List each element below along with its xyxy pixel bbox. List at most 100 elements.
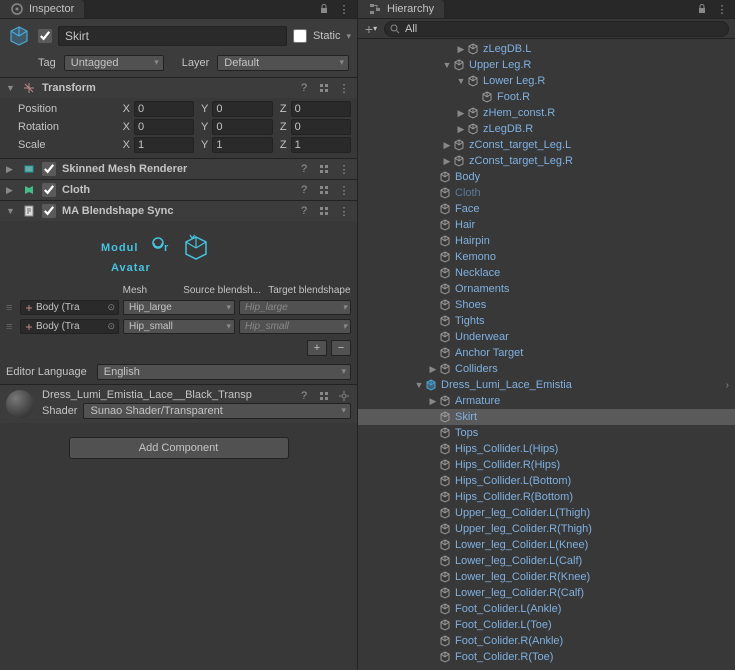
tree-row[interactable]: ▼ Dress_Lumi_Lace_Emistia › xyxy=(358,377,735,393)
gameobject-active-checkbox[interactable] xyxy=(38,29,52,43)
tree-row[interactable]: ▶ zConst_target_Leg.L xyxy=(358,137,735,153)
position-z-input[interactable] xyxy=(291,101,351,117)
scale-x-input[interactable] xyxy=(134,137,194,153)
position-x-input[interactable] xyxy=(134,101,194,117)
preset-icon[interactable] xyxy=(317,81,331,95)
fold-icon[interactable]: ▶ xyxy=(456,108,466,119)
hierarchy-search-input[interactable]: All xyxy=(384,21,729,37)
tree-row[interactable]: ▼ Lower Leg.R xyxy=(358,73,735,89)
hierarchy-tab[interactable]: Hierarchy xyxy=(358,0,445,18)
drag-handle-icon[interactable]: ≡ xyxy=(6,321,16,333)
tag-dropdown[interactable]: Untagged xyxy=(64,55,164,71)
rotation-x-input[interactable] xyxy=(134,119,194,135)
tree-row[interactable]: Foot_Colider.R(Toe) xyxy=(358,649,735,665)
static-checkbox[interactable] xyxy=(293,29,307,43)
tree-row[interactable]: Face xyxy=(358,201,735,217)
fold-icon[interactable]: ▶ xyxy=(6,164,16,175)
tree-row[interactable]: Underwear xyxy=(358,329,735,345)
tree-row[interactable]: Lower_leg_Colider.R(Knee) xyxy=(358,569,735,585)
position-y-input[interactable] xyxy=(212,101,272,117)
fold-icon[interactable]: ▶ xyxy=(456,124,466,135)
fold-icon[interactable]: ▼ xyxy=(456,76,466,86)
fold-icon[interactable]: ▶ xyxy=(428,364,438,375)
blendshape-enabled-checkbox[interactable] xyxy=(42,204,56,218)
tree-row[interactable]: Tights xyxy=(358,313,735,329)
tree-row[interactable]: Upper_leg_Colider.R(Thigh) xyxy=(358,521,735,537)
remove-row-button[interactable]: − xyxy=(331,340,351,356)
open-prefab-icon[interactable]: › xyxy=(726,380,729,391)
create-dropdown-icon[interactable]: +▾ xyxy=(364,22,378,36)
mesh-field[interactable]: Body (Tra xyxy=(20,319,119,334)
scale-z-input[interactable] xyxy=(291,137,351,153)
tree-row[interactable]: ▶ zLegDB.L xyxy=(358,41,735,57)
tree-row[interactable]: Cloth xyxy=(358,185,735,201)
tree-row[interactable]: Anchor Target xyxy=(358,345,735,361)
kebab-icon[interactable]: ⋮ xyxy=(337,183,351,197)
help-icon[interactable]: ? xyxy=(297,81,311,95)
lock-icon[interactable] xyxy=(317,2,331,16)
gear-icon[interactable] xyxy=(337,389,351,403)
scale-y-input[interactable] xyxy=(212,137,272,153)
target-blendshape-dropdown[interactable]: Hip_small xyxy=(239,319,351,334)
target-blendshape-dropdown[interactable]: Hip_large xyxy=(239,300,351,315)
tree-row[interactable]: Hips_Collider.R(Bottom) xyxy=(358,489,735,505)
tree-row[interactable]: Hips_Collider.L(Bottom) xyxy=(358,473,735,489)
add-component-button[interactable]: Add Component xyxy=(69,437,289,459)
tree-row[interactable]: ▶ zLegDB.R xyxy=(358,121,735,137)
fold-icon[interactable]: ▶ xyxy=(6,185,16,196)
shader-dropdown[interactable]: Sunao Shader/Transparent xyxy=(83,403,351,419)
help-icon[interactable]: ? xyxy=(297,162,311,176)
fold-icon[interactable]: ▼ xyxy=(6,206,16,216)
help-icon[interactable]: ? xyxy=(297,389,311,403)
mesh-field[interactable]: Body (Tra xyxy=(20,300,119,315)
editor-language-dropdown[interactable]: English xyxy=(97,364,351,380)
help-icon[interactable]: ? xyxy=(297,204,311,218)
rotation-y-input[interactable] xyxy=(212,119,272,135)
tree-row[interactable]: Upper_leg_Colider.L(Thigh) xyxy=(358,505,735,521)
fold-icon[interactable]: ▶ xyxy=(442,156,452,167)
kebab-icon[interactable]: ⋮ xyxy=(715,2,729,16)
kebab-icon[interactable]: ⋮ xyxy=(337,81,351,95)
preset-icon[interactable] xyxy=(317,204,331,218)
tree-row[interactable]: ▶ zHem_const.R xyxy=(358,105,735,121)
gameobject-name-input[interactable] xyxy=(58,26,287,46)
fold-icon[interactable]: ▼ xyxy=(6,83,16,93)
tree-row[interactable]: Hips_Collider.L(Hips) xyxy=(358,441,735,457)
kebab-icon[interactable]: ⋮ xyxy=(337,204,351,218)
add-row-button[interactable]: + xyxy=(307,340,327,356)
static-dropdown-icon[interactable]: ▾ xyxy=(346,31,351,42)
tree-row[interactable]: Necklace xyxy=(358,265,735,281)
preset-icon[interactable] xyxy=(317,389,331,403)
tree-row[interactable]: Foot_Colider.L(Toe) xyxy=(358,617,735,633)
tree-row[interactable]: ▶ Colliders xyxy=(358,361,735,377)
tree-row[interactable]: Kemono xyxy=(358,249,735,265)
drag-handle-icon[interactable]: ≡ xyxy=(6,302,16,314)
tree-row[interactable]: Foot_Colider.R(Ankle) xyxy=(358,633,735,649)
tree-row[interactable]: Hairpin xyxy=(358,233,735,249)
layer-dropdown[interactable]: Default xyxy=(217,55,349,71)
cloth-enabled-checkbox[interactable] xyxy=(42,183,56,197)
tree-row[interactable]: ▶ zConst_target_Leg.R xyxy=(358,153,735,169)
tree-row[interactable]: Hair xyxy=(358,217,735,233)
inspector-tab[interactable]: Inspector xyxy=(0,0,85,18)
fold-icon[interactable]: ▶ xyxy=(442,140,452,151)
tree-row[interactable]: Hips_Collider.R(Hips) xyxy=(358,457,735,473)
lock-icon[interactable] xyxy=(695,2,709,16)
fold-icon[interactable]: ▼ xyxy=(414,380,424,390)
preset-icon[interactable] xyxy=(317,183,331,197)
tree-row[interactable]: Tops xyxy=(358,425,735,441)
tree-row[interactable]: Foot.R xyxy=(358,89,735,105)
tree-row[interactable]: ▼ Upper Leg.R xyxy=(358,57,735,73)
tree-row[interactable]: Shoes xyxy=(358,297,735,313)
kebab-icon[interactable]: ⋮ xyxy=(337,2,351,16)
help-icon[interactable]: ? xyxy=(297,183,311,197)
source-blendshape-dropdown[interactable]: Hip_small xyxy=(123,319,235,334)
rotation-z-input[interactable] xyxy=(291,119,351,135)
fold-icon[interactable]: ▶ xyxy=(428,396,438,407)
fold-icon[interactable]: ▶ xyxy=(456,44,466,55)
kebab-icon[interactable]: ⋮ xyxy=(337,162,351,176)
tree-row[interactable]: Body xyxy=(358,169,735,185)
tree-row[interactable]: Skirt xyxy=(358,409,735,425)
fold-icon[interactable]: ▼ xyxy=(442,60,452,70)
smr-enabled-checkbox[interactable] xyxy=(42,162,56,176)
